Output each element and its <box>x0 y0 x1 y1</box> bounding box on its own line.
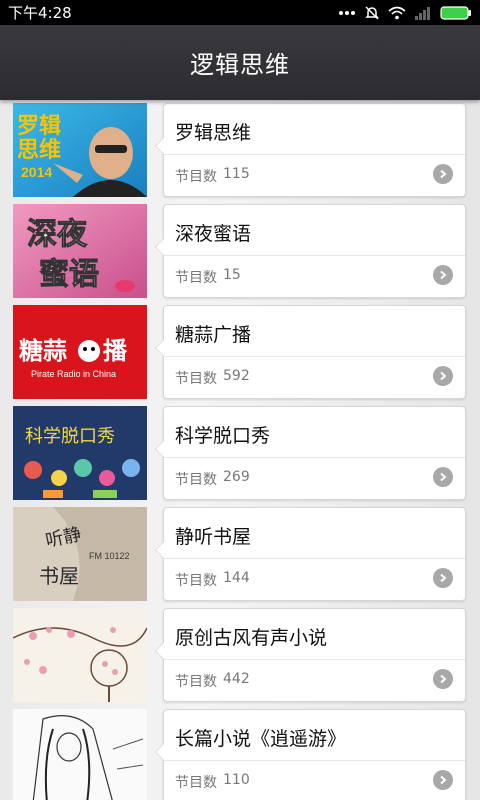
count-value: 442 <box>223 671 250 687</box>
svg-text:蜜语: 蜜语 <box>39 258 99 291</box>
divider <box>164 558 465 559</box>
chevron-right-icon[interactable] <box>433 366 453 386</box>
more-dots-icon <box>338 10 356 16</box>
svg-text:科学脱口秀: 科学脱口秀 <box>25 426 115 446</box>
page-title: 逻辑思维 <box>190 51 290 79</box>
item-count: 节目数 115 <box>175 166 250 186</box>
item-card[interactable]: 长篇小说《逍遥游》 节目数 110 <box>155 709 466 800</box>
status-bar: 下午4:28 <box>0 0 480 25</box>
list-item[interactable]: 科学脱口秀 科学脱口秀 节目数 269 <box>0 403 480 504</box>
item-count: 节目数 144 <box>175 570 250 590</box>
status-icons <box>338 5 472 21</box>
chevron-right-icon[interactable] <box>433 467 453 487</box>
divider <box>164 255 465 256</box>
item-card[interactable]: 深夜蜜语 节目数 15 <box>155 204 466 298</box>
item-count: 节目数 592 <box>175 368 250 388</box>
item-card[interactable]: 原创古风有声小说 节目数 442 <box>155 608 466 702</box>
thumbnail-luoji: 罗辑 思维 2014 <box>13 103 147 197</box>
item-card[interactable]: 罗辑思维 节目数 115 <box>155 103 466 197</box>
item-title: 深夜蜜语 <box>175 223 252 245</box>
item-card[interactable]: 糖蒜广播 节目数 592 <box>155 305 466 399</box>
item-title: 科学脱口秀 <box>175 425 271 447</box>
status-time: 下午4:28 <box>8 4 72 22</box>
battery-icon <box>440 5 472 20</box>
divider <box>164 760 465 761</box>
count-label: 节目数 <box>175 674 217 690</box>
divider <box>164 457 465 458</box>
item-count: 节目数 110 <box>175 772 250 792</box>
chevron-right-icon[interactable] <box>433 669 453 689</box>
count-value: 115 <box>223 166 250 182</box>
chevron-right-icon[interactable] <box>433 164 453 184</box>
list-item[interactable]: 深夜 蜜语 深夜蜜语 节目数 15 <box>0 201 480 302</box>
chevron-right-icon[interactable] <box>433 568 453 588</box>
list-item[interactable]: 长篇小说《逍遥游》 节目数 110 <box>0 706 480 800</box>
item-card[interactable]: 静听书屋 节目数 144 <box>155 507 466 601</box>
count-value: 269 <box>223 469 250 485</box>
signal-icon <box>414 6 432 20</box>
page-title-bar: 逻辑思维 <box>0 25 480 100</box>
divider <box>164 659 465 660</box>
mute-bell-icon <box>364 5 380 21</box>
count-label: 节目数 <box>175 775 217 791</box>
count-label: 节目数 <box>175 371 217 387</box>
item-count: 节目数 442 <box>175 671 250 691</box>
divider <box>164 154 465 155</box>
count-value: 15 <box>223 267 241 283</box>
svg-text:2014: 2014 <box>21 164 52 180</box>
svg-text:思维: 思维 <box>17 137 61 162</box>
svg-text:深夜: 深夜 <box>27 217 88 251</box>
item-title: 糖蒜广播 <box>175 324 252 346</box>
list-item[interactable]: 原创古风有声小说 节目数 442 <box>0 605 480 706</box>
svg-text:播: 播 <box>103 338 128 365</box>
list-item[interactable]: 罗辑 思维 2014 罗辑思维 节目数 115 <box>0 100 480 201</box>
item-title: 罗辑思维 <box>175 122 252 144</box>
item-title: 静听书屋 <box>175 526 252 548</box>
count-label: 节目数 <box>175 472 217 488</box>
list-item[interactable]: 糖蒜 播 Pirate Radio in China 糖蒜广播 节目数 592 <box>0 302 480 403</box>
thumbnail-shenye: 深夜 蜜语 <box>13 204 147 298</box>
count-label: 节目数 <box>175 573 217 589</box>
svg-text:糖蒜: 糖蒜 <box>19 337 67 365</box>
divider <box>164 356 465 357</box>
count-value: 144 <box>223 570 250 586</box>
list-item[interactable]: 听静 书屋 FM 10122 静听书屋 节目数 144 <box>0 504 480 605</box>
thumbnail-gufeng <box>13 608 147 702</box>
thumb-subtitle: FM 10122 <box>89 551 130 561</box>
count-label: 节目数 <box>175 169 217 185</box>
thumbnail-tangsuan: 糖蒜 播 Pirate Radio in China <box>13 305 147 399</box>
item-count: 节目数 15 <box>175 267 241 287</box>
thumb-subtitle: Pirate Radio in China <box>31 369 116 379</box>
item-card[interactable]: 科学脱口秀 节目数 269 <box>155 406 466 500</box>
thumbnail-kexue: 科学脱口秀 <box>13 406 147 500</box>
item-title: 长篇小说《逍遥游》 <box>175 728 347 750</box>
thumbnail-jingting: 听静 书屋 FM 10122 <box>13 507 147 601</box>
wifi-icon <box>388 6 406 20</box>
count-value: 110 <box>223 772 250 788</box>
program-list[interactable]: 罗辑 思维 2014 罗辑思维 节目数 115 深夜 蜜语 深夜蜜语 节目数 1… <box>0 100 480 800</box>
item-count: 节目数 269 <box>175 469 250 489</box>
item-title: 原创古风有声小说 <box>175 627 328 649</box>
count-label: 节目数 <box>175 270 217 286</box>
svg-text:书屋: 书屋 <box>39 565 79 588</box>
chevron-right-icon[interactable] <box>433 265 453 285</box>
chevron-right-icon[interactable] <box>433 770 453 790</box>
count-value: 592 <box>223 368 250 384</box>
svg-text:罗辑: 罗辑 <box>17 113 61 138</box>
thumbnail-xiaoyaoyou <box>13 709 147 800</box>
